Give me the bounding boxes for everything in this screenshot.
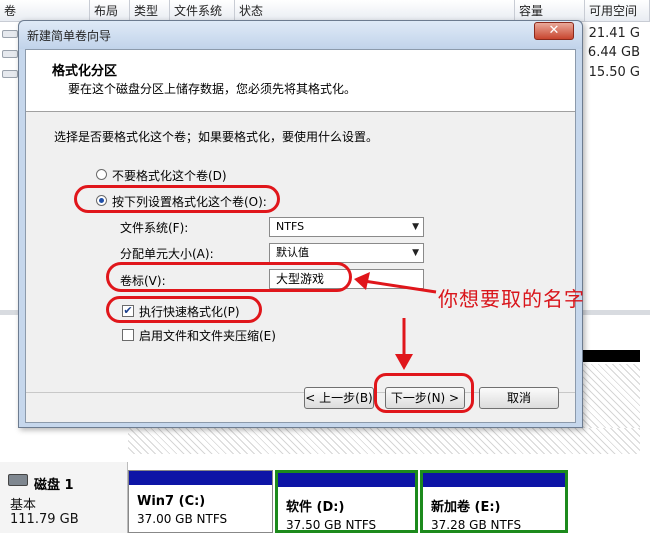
annotation-arrows — [354, 272, 437, 370]
arrow-to-next-button — [395, 318, 413, 370]
arrow-to-volume-label — [354, 272, 437, 294]
annotation-text: 你想要取的名字 — [438, 287, 585, 311]
